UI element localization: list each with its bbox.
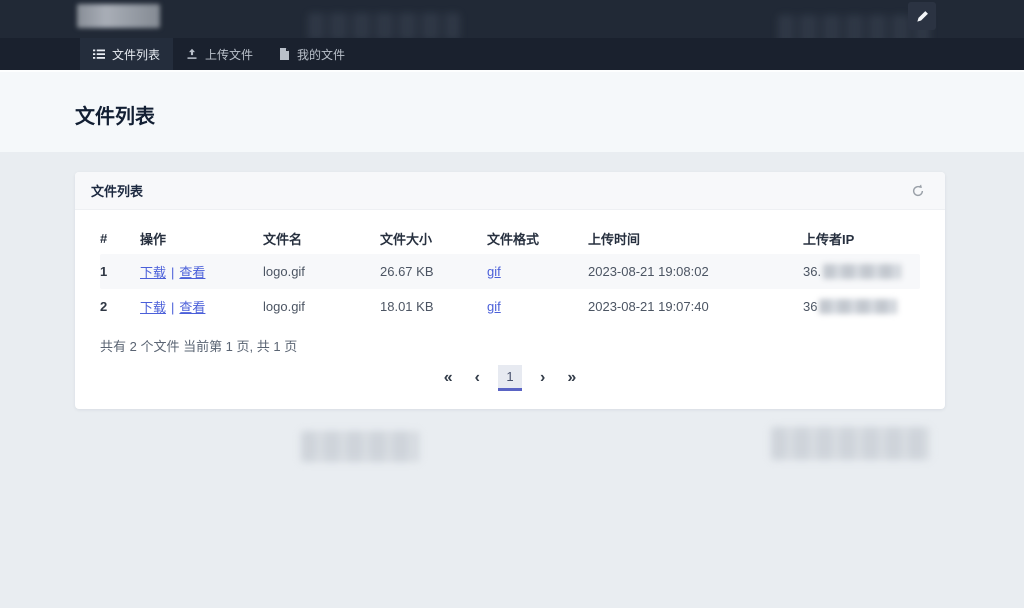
pagination: « ‹ 1 › »: [75, 363, 945, 393]
nav-bar: 文件列表 上传文件 我的文件: [0, 38, 1024, 70]
first-page-button[interactable]: «: [440, 368, 457, 388]
tab-file-list[interactable]: 文件列表: [80, 38, 174, 70]
row-filename: logo.gif: [263, 299, 305, 314]
view-link[interactable]: 查看: [179, 265, 205, 280]
app-logo[interactable]: [77, 4, 160, 28]
current-page-button[interactable]: 1: [498, 365, 522, 391]
col-size: 文件大小: [380, 231, 433, 247]
redacted-ip: [819, 299, 898, 314]
watermark-bottom-right: [771, 427, 930, 460]
card-header: 文件列表: [75, 172, 945, 210]
row-index: 1: [100, 264, 108, 279]
pencil-icon: [915, 9, 930, 24]
format-link[interactable]: gif: [487, 264, 588, 279]
tab-label: 我的文件: [297, 47, 346, 62]
row-time: 2023-08-21 19:07:40: [588, 299, 709, 314]
topbar: [0, 0, 1024, 44]
row-index: 2: [100, 299, 108, 314]
col-format: 文件格式: [487, 231, 540, 247]
tab-upload-file[interactable]: 上传文件: [173, 38, 266, 70]
tab-label: 上传文件: [205, 47, 254, 62]
row-ip: 36.: [803, 264, 920, 279]
col-actions: 操作: [140, 231, 167, 247]
page-title: 文件列表: [75, 106, 155, 128]
refresh-button[interactable]: [907, 180, 929, 202]
file-table: # 操作 文件名 文件大小 文件格式 上传时间 上传者IP 1 下载 | 查看 lo…: [100, 222, 920, 324]
watermark-bottom-left: [301, 431, 419, 462]
tab-label: 文件列表: [112, 47, 161, 62]
download-link[interactable]: 下载: [140, 300, 166, 315]
upload-icon: [186, 48, 198, 60]
edit-button[interactable]: [908, 2, 936, 30]
download-link[interactable]: 下载: [140, 265, 166, 280]
watermark-top-center: [308, 13, 460, 40]
table-row: 2 下载 | 查看 logo.gif 18.01 KB gif 2023-08-21…: [100, 289, 920, 324]
next-page-button[interactable]: ›: [536, 368, 549, 388]
action-separator: |: [171, 265, 175, 280]
document-icon: [279, 48, 290, 60]
ip-prefix: 36.: [803, 264, 822, 279]
prev-page-button[interactable]: ‹: [471, 368, 484, 388]
row-size: 18.01 KB: [380, 299, 434, 314]
tab-my-files[interactable]: 我的文件: [266, 38, 358, 70]
col-ip: 上传者IP: [803, 231, 855, 247]
file-count-summary: 共有 2 个文件 当前第 1 页, 共 1 页: [100, 339, 298, 354]
action-separator: |: [171, 300, 175, 315]
row-ip: 36: [803, 299, 920, 314]
row-size: 26.67 KB: [380, 264, 434, 279]
card-title: 文件列表: [91, 184, 144, 199]
col-filename: 文件名: [263, 231, 303, 247]
row-filename: logo.gif: [263, 264, 305, 279]
table-header-row: # 操作 文件名 文件大小 文件格式 上传时间 上传者IP: [100, 222, 920, 254]
table-row: 1 下载 | 查看 logo.gif 26.67 KB gif 2023-08-21…: [100, 254, 920, 289]
format-link[interactable]: gif: [487, 299, 588, 314]
col-time: 上传时间: [588, 231, 641, 247]
last-page-button[interactable]: »: [563, 368, 580, 388]
ip-prefix: 36: [803, 299, 818, 314]
refresh-icon: [911, 183, 925, 198]
page-header: 文件列表: [0, 70, 1024, 152]
row-time: 2023-08-21 19:08:02: [588, 264, 709, 279]
row-actions: 下载 | 查看: [140, 297, 263, 316]
redacted-ip: [823, 264, 902, 279]
row-actions: 下载 | 查看: [140, 262, 263, 281]
view-link[interactable]: 查看: [179, 300, 205, 315]
list-icon: [93, 48, 105, 60]
col-index: #: [100, 230, 108, 246]
app-window: 文件列表 上传文件 我的文件 文件列表 文件列表 # 操作 文件名 文件大小 文…: [0, 0, 1024, 608]
file-list-card: 文件列表 # 操作 文件名 文件大小 文件格式 上传时间 上传者IP 1 下载 …: [75, 172, 945, 409]
